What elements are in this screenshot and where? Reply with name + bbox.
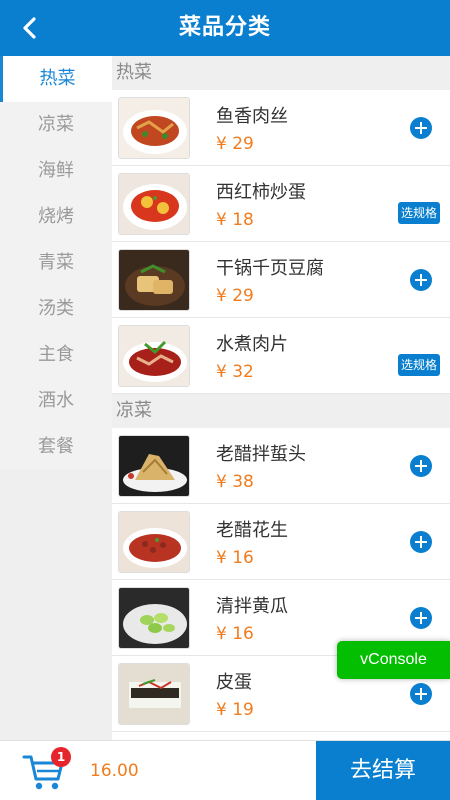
dish-item[interactable]: 西红柿炒蛋 ¥ 18 选规格 bbox=[112, 166, 450, 242]
dish-name: 水煮肉片 bbox=[216, 334, 288, 355]
dish-image bbox=[118, 249, 190, 311]
dish-name: 老醋拌蜇头 bbox=[216, 444, 306, 465]
category-item-staple[interactable]: 主食 bbox=[0, 332, 112, 378]
category-item-bbq[interactable]: 烧烤 bbox=[0, 194, 112, 240]
dish-price: ¥ 29 bbox=[216, 286, 254, 306]
category-item-cold[interactable]: 凉菜 bbox=[0, 102, 112, 148]
vconsole-button[interactable]: vConsole bbox=[337, 641, 450, 679]
dish-price: ¥ 38 bbox=[216, 472, 254, 492]
add-to-cart-button[interactable] bbox=[410, 117, 432, 139]
add-to-cart-button[interactable] bbox=[410, 531, 432, 553]
dish-item[interactable]: 老醋拌蜇头 ¥ 38 bbox=[112, 428, 450, 504]
dish-image bbox=[118, 511, 190, 573]
dish-price: ¥ 19 bbox=[216, 700, 254, 720]
dish-name: 老醋花生 bbox=[216, 520, 288, 541]
dish-image bbox=[118, 587, 190, 649]
dish-name: 鱼香肉丝 bbox=[216, 106, 288, 127]
add-to-cart-button[interactable] bbox=[410, 455, 432, 477]
dish-name: 西红柿炒蛋 bbox=[216, 182, 306, 203]
dish-price: ¥ 29 bbox=[216, 134, 254, 154]
cart-total: 16.00 bbox=[90, 761, 139, 781]
category-item-drinks[interactable]: 酒水 bbox=[0, 378, 112, 424]
section-header: 热菜 bbox=[112, 56, 450, 90]
select-spec-button[interactable]: 选规格 bbox=[397, 202, 440, 224]
dish-item[interactable]: 干锅千页豆腐 ¥ 29 bbox=[112, 242, 450, 318]
dish-price: ¥ 32 bbox=[216, 362, 254, 382]
dish-image bbox=[118, 663, 190, 725]
category-item-hot[interactable]: 热菜 bbox=[0, 56, 112, 102]
checkout-button[interactable]: 去结算 bbox=[316, 741, 450, 800]
dish-image bbox=[118, 325, 190, 387]
category-item-soup[interactable]: 汤类 bbox=[0, 286, 112, 332]
dish-item[interactable]: 水煮肉片 ¥ 32 选规格 bbox=[112, 318, 450, 394]
dish-name: 干锅千页豆腐 bbox=[216, 258, 324, 279]
top-nav-bar: 菜品分类 bbox=[0, 0, 450, 56]
cart-count-badge: 1 bbox=[51, 747, 71, 767]
category-item-greens[interactable]: 青菜 bbox=[0, 240, 112, 286]
dish-item[interactable]: 老醋花生 ¥ 16 bbox=[112, 504, 450, 580]
dish-item[interactable]: 鱼香肉丝 ¥ 29 bbox=[112, 90, 450, 166]
dish-name: 清拌黄瓜 bbox=[216, 596, 288, 617]
add-to-cart-button[interactable] bbox=[410, 269, 432, 291]
select-spec-button[interactable]: 选规格 bbox=[397, 354, 440, 376]
category-item-seafood[interactable]: 海鲜 bbox=[0, 148, 112, 194]
add-to-cart-button[interactable] bbox=[410, 607, 432, 629]
section-header: 凉菜 bbox=[112, 394, 450, 428]
dish-price: ¥ 16 bbox=[216, 624, 254, 644]
dish-name: 皮蛋 bbox=[216, 672, 252, 693]
dish-image bbox=[118, 97, 190, 159]
add-to-cart-button[interactable] bbox=[410, 683, 432, 705]
cart-bar: 1 16.00 去结算 bbox=[0, 740, 450, 800]
dish-list[interactable]: 热菜 鱼香肉丝 ¥ 29 西红柿炒蛋 ¥ 18 选规格 干锅千页豆腐 ¥ 29 … bbox=[112, 56, 450, 740]
dish-image bbox=[118, 435, 190, 497]
dish-price: ¥ 18 bbox=[216, 210, 254, 230]
page-title: 菜品分类 bbox=[178, 15, 271, 40]
category-item-combo[interactable]: 套餐 bbox=[0, 424, 112, 470]
dish-price: ¥ 16 bbox=[216, 548, 254, 568]
category-sidebar: 热菜 凉菜 海鲜 烧烤 青菜 汤类 主食 酒水 套餐 bbox=[0, 56, 112, 740]
dish-image bbox=[118, 173, 190, 235]
